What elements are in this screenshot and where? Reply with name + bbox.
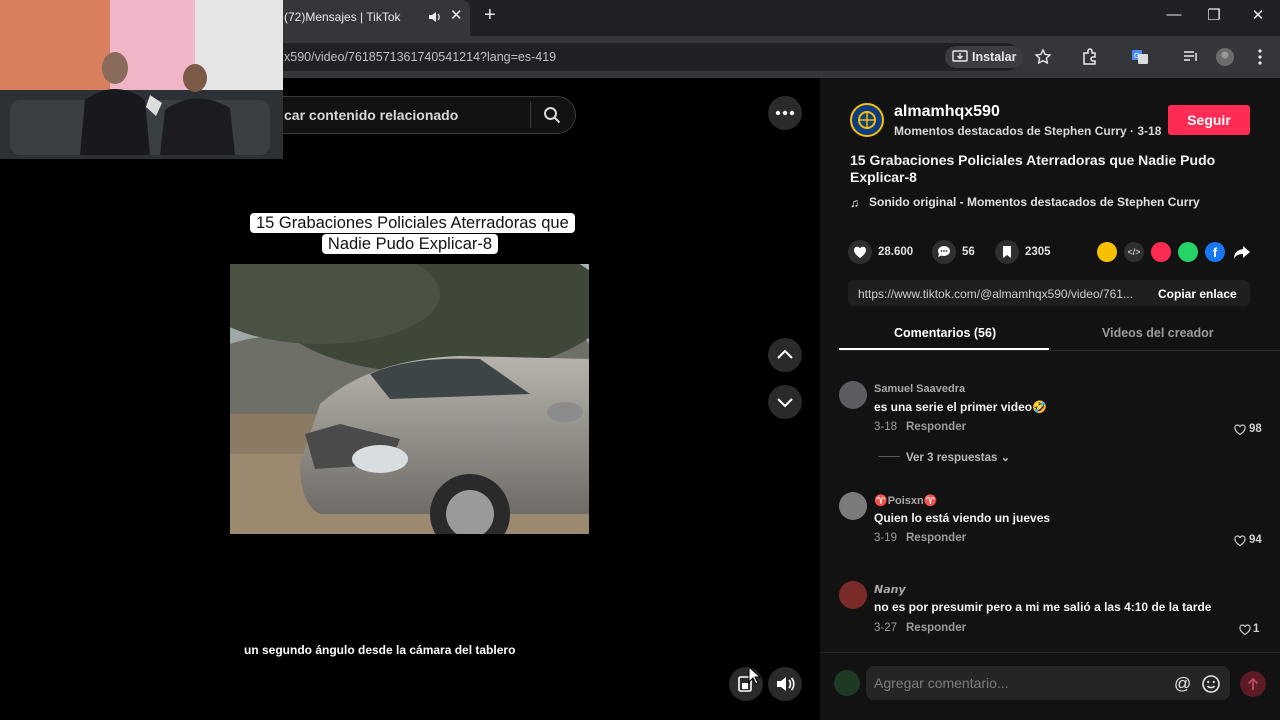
save-button[interactable]: [995, 240, 1019, 264]
comment-placeholder: Agregar comentario...: [874, 675, 1009, 691]
comment-like-count: 1: [1253, 623, 1260, 635]
comment-icon: [938, 246, 950, 257]
svg-text:G: G: [1134, 52, 1139, 60]
tab-close-icon[interactable]: ✕: [450, 6, 463, 24]
tab-comments[interactable]: Comentarios (56): [894, 326, 996, 340]
comment-like-count: 94: [1249, 534, 1262, 546]
volume-button[interactable]: [768, 667, 802, 701]
tab-creator-videos[interactable]: Videos del creador: [1102, 326, 1214, 340]
comment-like-icon[interactable]: [1234, 424, 1246, 436]
sound-link[interactable]: Sonido original - Momentos destacados de…: [869, 195, 1200, 209]
reply-button[interactable]: Responder: [906, 532, 966, 544]
minimize-icon[interactable]: —: [1164, 6, 1184, 23]
comment-text: Quien lo está viendo un jueves: [874, 511, 1051, 525]
my-avatar: [834, 670, 860, 696]
translate-icon[interactable]: G: [1130, 47, 1150, 67]
profile-avatar-icon[interactable]: [1215, 47, 1235, 67]
mouse-cursor-icon: [748, 666, 762, 685]
author-username[interactable]: almamhqx590: [894, 103, 1000, 121]
comment-date: 3-19: [874, 532, 898, 544]
facebook-icon[interactable]: f: [1205, 242, 1225, 262]
comment-date: 3-18: [874, 421, 898, 433]
commenter-name[interactable]: Samuel Saavedra: [874, 383, 965, 395]
chevron-down-icon: ⌄: [1000, 452, 1011, 464]
previous-video-button[interactable]: [768, 338, 802, 372]
video-caption: un segundo ángulo desde la cámara del ta…: [244, 643, 516, 657]
replies-line: [878, 456, 900, 457]
commenter-avatar[interactable]: [839, 581, 867, 609]
comment-text: es una serie el primer video🤣: [874, 400, 1048, 414]
commenter-avatar[interactable]: [839, 381, 867, 409]
tab-title: (72)Mensajes | TikTok: [284, 10, 401, 24]
follow-button[interactable]: Seguir: [1168, 105, 1250, 135]
more-dots-icon: [775, 110, 795, 116]
browser-menu-icon[interactable]: [1250, 47, 1270, 67]
install-label: Instalar: [972, 50, 1017, 64]
arrow-up-icon: [1247, 677, 1259, 690]
restore-icon[interactable]: ❐: [1204, 6, 1224, 24]
whatsapp-icon[interactable]: [1178, 242, 1198, 262]
share-link-url[interactable]: https://www.tiktok.com/@almamhqx590/vide…: [858, 287, 1133, 301]
embed-code-icon[interactable]: </>: [1124, 242, 1144, 262]
commenter-name[interactable]: ♈Poisxn♈: [874, 494, 937, 507]
save-count: 2305: [1025, 246, 1051, 258]
search-divider: [530, 102, 531, 128]
emoji-icon[interactable]: [1201, 674, 1221, 694]
comment-text: no es por presumir pero a mi me salió a …: [874, 600, 1212, 614]
like-count: 28.600: [878, 246, 914, 258]
send-to-friend-icon[interactable]: [1151, 242, 1171, 262]
more-options-button[interactable]: [768, 96, 802, 130]
comment-button[interactable]: [932, 240, 956, 264]
view-replies-label: Ver 3 respuestas: [906, 452, 998, 464]
install-app-icon: [952, 50, 968, 62]
comment-count: 56: [962, 246, 975, 258]
commenter-avatar[interactable]: [839, 492, 867, 520]
volume-icon: [777, 677, 795, 691]
new-tab-icon[interactable]: +: [484, 4, 496, 27]
reply-button[interactable]: Responder: [906, 421, 966, 433]
heart-icon: [853, 246, 867, 258]
tab-audio-icon[interactable]: [428, 10, 442, 24]
tabs-divider: [839, 350, 1280, 351]
music-note-icon: ♫: [850, 196, 859, 210]
commenter-name[interactable]: 𝙉𝙖𝙣𝙮: [874, 583, 906, 596]
window-close-icon[interactable]: ✕: [1248, 6, 1268, 24]
author-subtitle: Momentos destacados de Stephen Curry · 3…: [894, 124, 1162, 138]
video-overlay-title-text: 15 Grabaciones Policiales Aterradoras qu…: [250, 213, 575, 254]
mention-icon[interactable]: @: [1174, 674, 1191, 694]
comment-like-count: 98: [1249, 423, 1262, 435]
media-controls-icon[interactable]: [1181, 47, 1201, 67]
search-placeholder: car contenido relacionado: [284, 107, 459, 123]
like-button[interactable]: [848, 240, 872, 264]
extensions-icon[interactable]: [1080, 47, 1100, 67]
next-video-button[interactable]: [768, 385, 802, 419]
reply-button[interactable]: Responder: [906, 622, 966, 634]
comment-bar-divider: [820, 652, 1280, 653]
bookmark-icon: [1003, 246, 1011, 258]
search-icon[interactable]: [543, 106, 561, 124]
comment-like-icon[interactable]: [1239, 624, 1251, 636]
webcam-overlay: [0, 0, 283, 159]
comment-like-icon[interactable]: [1234, 535, 1246, 547]
video-overlay-title: 15 Grabaciones Policiales Aterradoras qu…: [250, 213, 575, 255]
url-text[interactable]: x590/video/7618571361740541214?lang=es-4…: [284, 50, 556, 64]
share-arrow-icon[interactable]: [1233, 244, 1251, 260]
video-description: 15 Grabaciones Policiales Aterradoras qu…: [850, 152, 1216, 185]
author-avatar[interactable]: [850, 103, 884, 137]
chevron-down-icon: [777, 398, 793, 408]
share-coin-icon[interactable]: [1097, 242, 1117, 262]
video-frame: [230, 264, 589, 534]
post-comment-button[interactable]: [1240, 671, 1266, 697]
chevron-up-icon: [777, 349, 793, 359]
copy-link-button[interactable]: Copiar enlace: [1158, 287, 1237, 301]
view-replies-button[interactable]: Ver 3 respuestas ⌄: [906, 450, 1010, 464]
bookmark-star-icon[interactable]: [1033, 47, 1053, 67]
comment-date: 3-27: [874, 622, 898, 634]
